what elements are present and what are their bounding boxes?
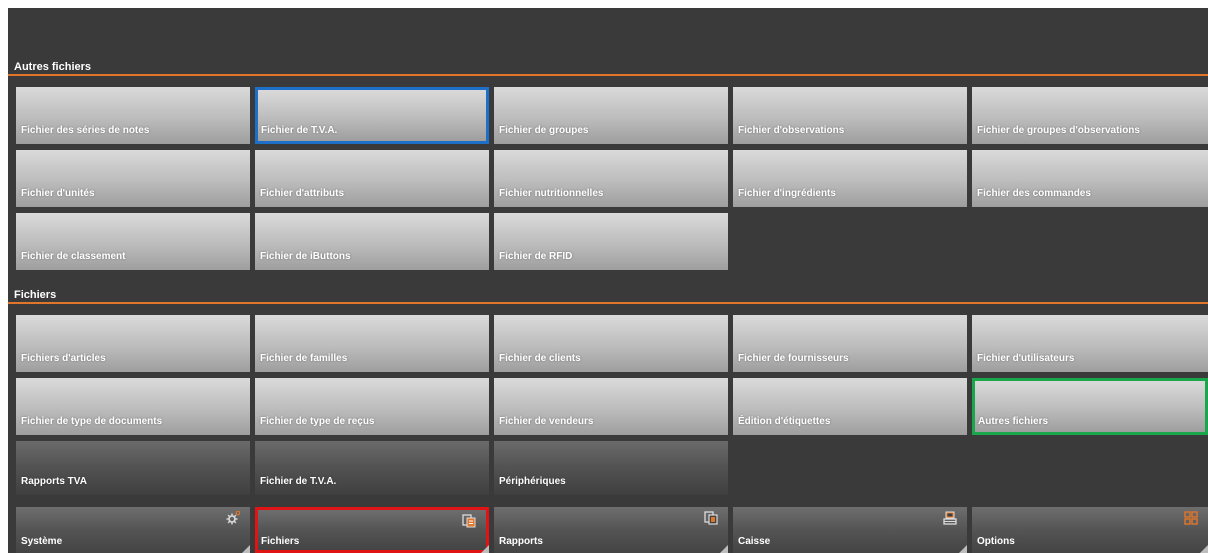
section-title: Fichiers <box>14 289 57 301</box>
tile-label: Fichier de type de documents <box>21 416 163 427</box>
tile-label: Fichier de RFID <box>499 251 573 262</box>
tile-fichier-tva[interactable]: Fichier de T.V.A. <box>255 87 489 144</box>
tile-fichier-utilisateurs[interactable]: Fichier d'utilisateurs <box>972 315 1208 372</box>
tile-label: Fichier des commandes <box>977 188 1091 199</box>
nav-label: Options <box>977 536 1015 547</box>
tile-fichier-rfid[interactable]: Fichier de RFID <box>494 213 728 270</box>
nav-label: Caisse <box>738 536 771 547</box>
tile-label: Fichier de type de reçus <box>260 416 375 427</box>
reports-icon <box>704 511 718 525</box>
tile-fichier-vendeurs[interactable]: Fichier de vendeurs <box>494 378 728 435</box>
tile-fichier-type-documents[interactable]: Fichier de type de documents <box>16 378 250 435</box>
tile-label: Fichier nutritionnelles <box>499 188 604 199</box>
files-icon <box>462 514 476 528</box>
tile-fichier-nutritionnelles[interactable]: Fichier nutritionnelles <box>494 150 728 207</box>
tile-label: Fichier de fournisseurs <box>738 353 849 364</box>
tile-label: Autres fichiers <box>978 416 1049 427</box>
tile-fichier-fournisseurs[interactable]: Fichier de fournisseurs <box>733 315 967 372</box>
tile-label: Fichier des séries de notes <box>21 125 150 136</box>
tile-label: Fichier d'attributs <box>260 188 345 199</box>
tile-label: Fichier de T.V.A. <box>261 125 338 136</box>
tile-label: Fichier d'unités <box>21 188 95 199</box>
tile-fichier-type-recus[interactable]: Fichier de type de reçus <box>255 378 489 435</box>
tile-peripheriques[interactable]: Périphériques <box>494 441 728 495</box>
tile-label: Périphériques <box>499 476 566 487</box>
tile-label: Fichier de classement <box>21 251 126 262</box>
corner-marker <box>242 545 250 553</box>
nav-caisse[interactable]: Caisse <box>733 507 967 553</box>
tile-rapports-tva[interactable]: Rapports TVA <box>16 441 250 495</box>
tile-fichier-clients[interactable]: Fichier de clients <box>494 315 728 372</box>
tile-fichier-groupes[interactable]: Fichier de groupes <box>494 87 728 144</box>
tile-fichier-tva-2[interactable]: Fichier de T.V.A. <box>255 441 489 495</box>
tile-fichier-unites[interactable]: Fichier d'unités <box>16 150 250 207</box>
tile-fichier-ibuttons[interactable]: Fichier de iButtons <box>255 213 489 270</box>
tile-fichier-attributs[interactable]: Fichier d'attributs <box>255 150 489 207</box>
nav-options[interactable]: Options <box>972 507 1208 553</box>
tile-autres-fichiers[interactable]: Autres fichiers <box>972 378 1208 435</box>
tile-label: Fichier de familles <box>260 353 348 364</box>
tile-fichier-groupes-observations[interactable]: Fichier de groupes d'observations <box>972 87 1208 144</box>
tile-label: Fichier d'ingrédients <box>738 188 836 199</box>
nav-label: Système <box>21 536 63 547</box>
tile-fichier-familles[interactable]: Fichier de familles <box>255 315 489 372</box>
nav-systeme[interactable]: Système <box>16 507 250 553</box>
tile-label: Fichier de groupes d'observations <box>977 125 1140 136</box>
tile-label: Rapports TVA <box>21 476 87 487</box>
app-window: Autres fichiers Fichier des séries de no… <box>8 8 1208 553</box>
cash-register-icon <box>943 511 957 525</box>
nav-label: Rapports <box>499 536 543 547</box>
tile-fichier-classement[interactable]: Fichier de classement <box>16 213 250 270</box>
tile-label: Fichier de vendeurs <box>499 416 594 427</box>
corner-marker <box>1200 545 1208 553</box>
corner-marker <box>959 545 967 553</box>
nav-rapports[interactable]: Rapports <box>494 507 728 553</box>
tile-fichier-commandes[interactable]: Fichier des commandes <box>972 150 1208 207</box>
section-title: Autres fichiers <box>14 61 92 73</box>
tile-fichier-series-notes[interactable]: Fichier des séries de notes <box>16 87 250 144</box>
tile-label: Fichier de iButtons <box>260 251 351 262</box>
corner-marker <box>720 545 728 553</box>
tile-label: Fichier d'observations <box>738 125 845 136</box>
tile-label: Fichier de groupes <box>499 125 589 136</box>
tile-label: Fichier d'utilisateurs <box>977 353 1075 364</box>
tile-edition-etiquettes[interactable]: Édition d'étiquettes <box>733 378 967 435</box>
corner-marker <box>481 545 489 553</box>
grid-icon <box>1184 511 1198 525</box>
gear-icon <box>226 511 240 525</box>
tile-label: Fichier de T.V.A. <box>260 476 337 487</box>
tile-fichier-ingredients[interactable]: Fichier d'ingrédients <box>733 150 967 207</box>
section-header-autres-fichiers: Autres fichiers <box>8 61 1208 76</box>
tile-fichiers-articles[interactable]: Fichiers d'articles <box>16 315 250 372</box>
tile-label: Fichier de clients <box>499 353 581 364</box>
tile-fichier-observations[interactable]: Fichier d'observations <box>733 87 967 144</box>
nav-label: Fichiers <box>261 536 300 547</box>
section-header-fichiers: Fichiers <box>8 289 1208 304</box>
nav-fichiers[interactable]: Fichiers <box>255 507 489 553</box>
tile-label: Fichiers d'articles <box>21 353 106 364</box>
tile-label: Édition d'étiquettes <box>738 416 831 427</box>
